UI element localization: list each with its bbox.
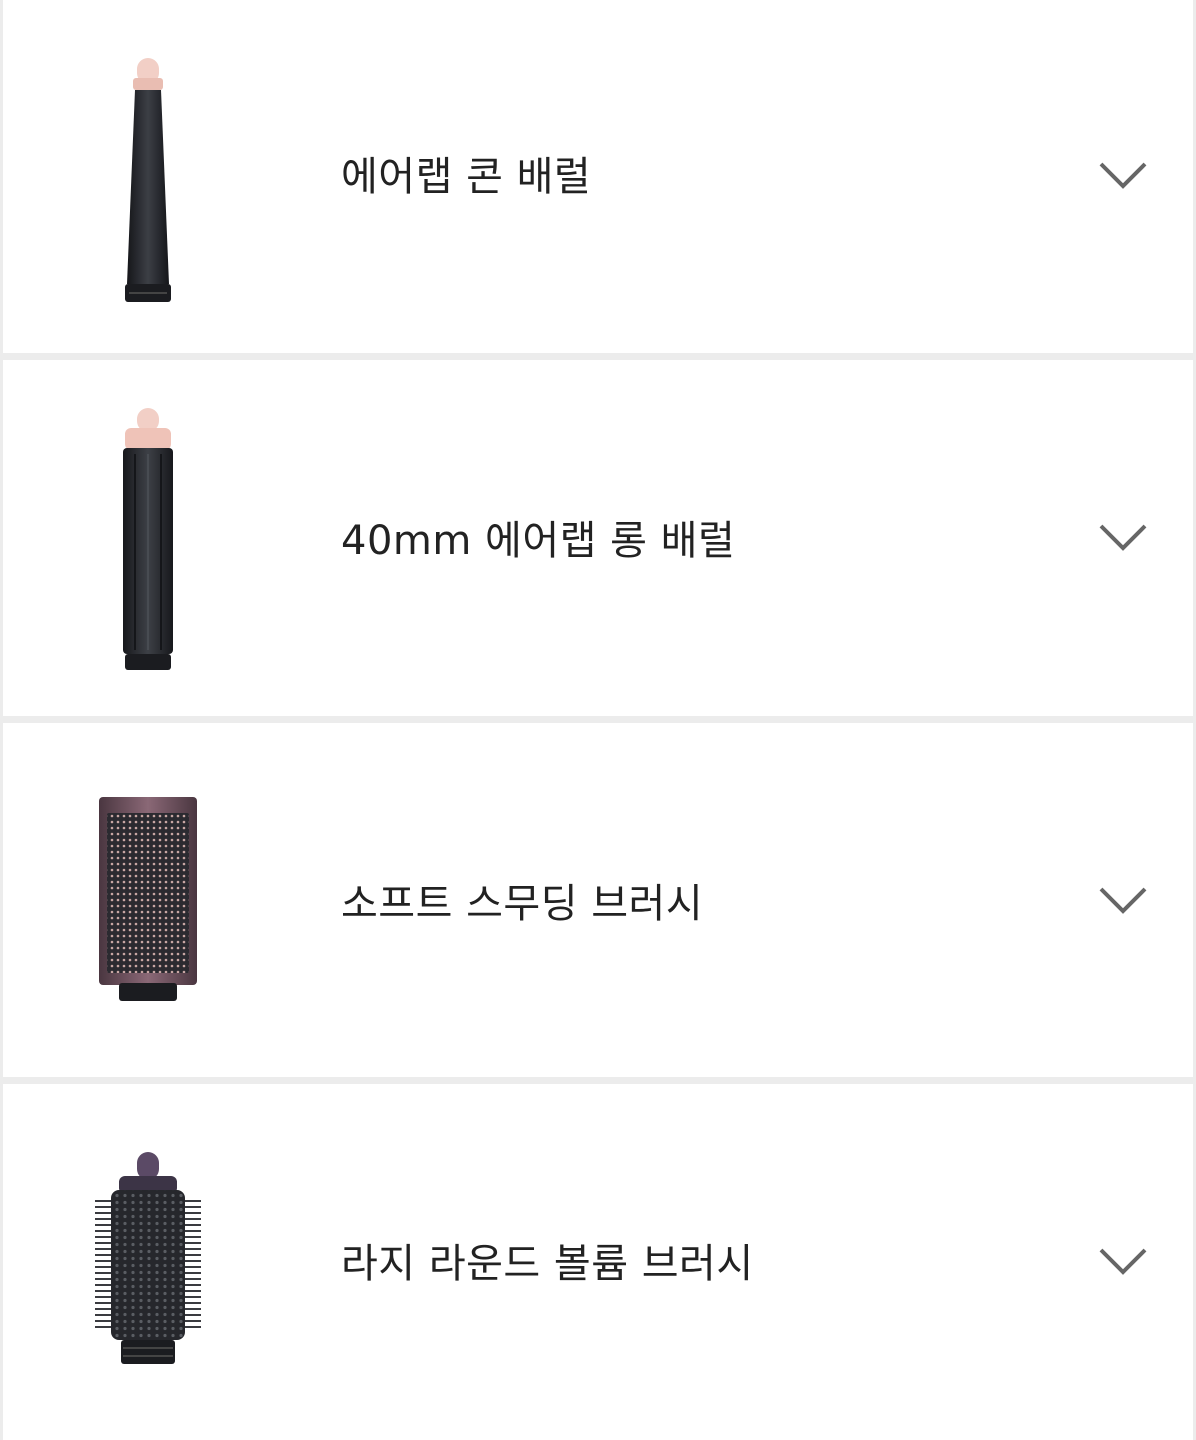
large-round-volume-brush-icon — [73, 1150, 223, 1374]
soft-smoothing-brush-icon — [73, 795, 223, 1005]
accessory-row-cone-barrel[interactable]: 에어랩 콘 배럴 — [3, 0, 1193, 353]
accessory-list: 에어랩 콘 배럴 40mm 에어랩 롱 배럴 소프트 스무딩 브러시 라지 라운… — [0, 0, 1196, 1440]
accessory-name: 라지 라운드 볼륨 브러시 — [341, 1241, 754, 1287]
chevron-down-icon[interactable] — [1097, 1246, 1149, 1278]
accessory-name: 에어랩 콘 배럴 — [341, 154, 592, 200]
chevron-down-icon[interactable] — [1097, 522, 1149, 554]
accessory-row-large-round-volume-brush[interactable]: 라지 라운드 볼륨 브러시 — [3, 1084, 1193, 1440]
accessory-name: 40mm 에어랩 롱 배럴 — [341, 518, 736, 564]
accessory-row-long-barrel[interactable]: 40mm 에어랩 롱 배럴 — [3, 360, 1193, 716]
cone-barrel-icon — [73, 52, 223, 308]
accessory-row-soft-smoothing-brush[interactable]: 소프트 스무딩 브러시 — [3, 723, 1193, 1077]
chevron-down-icon[interactable] — [1097, 160, 1149, 192]
chevron-down-icon[interactable] — [1097, 885, 1149, 917]
long-barrel-icon — [73, 404, 223, 674]
accessory-name: 소프트 스무딩 브러시 — [341, 881, 704, 927]
